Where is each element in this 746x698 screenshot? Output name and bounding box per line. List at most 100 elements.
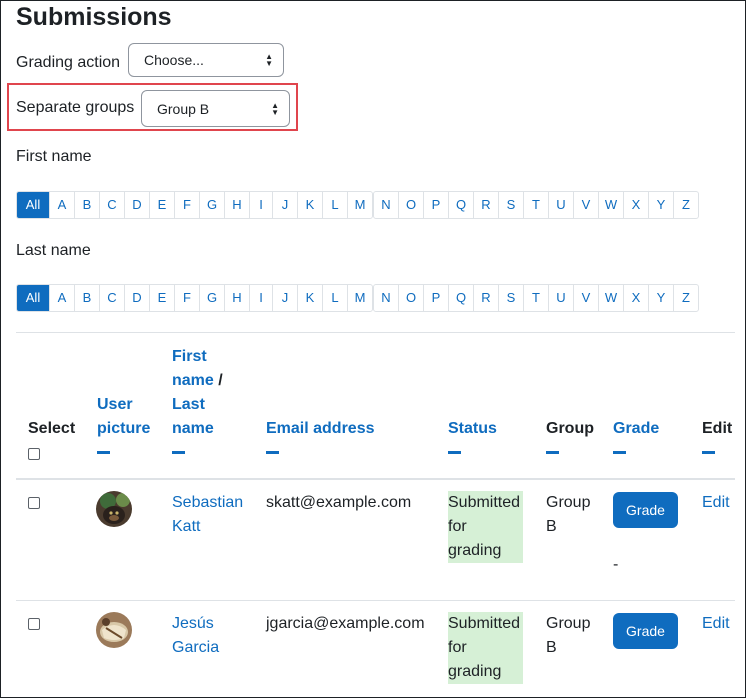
last-name-initial-l[interactable]: L xyxy=(323,285,348,311)
last-name-initial-a[interactable]: A xyxy=(50,285,75,311)
row-name-link[interactable]: Jesús Garcia xyxy=(172,612,219,660)
last-name-initials-group-a-m: All A B C D E F G H I J K L M xyxy=(16,284,373,312)
collapse-icon[interactable] xyxy=(172,451,185,454)
first-name-initial-v[interactable]: V xyxy=(574,192,599,218)
header-grade[interactable]: Grade xyxy=(613,417,659,454)
first-name-initial-i[interactable]: I xyxy=(250,192,273,218)
header-first-name-link[interactable]: First name xyxy=(172,348,214,389)
first-name-initial-w[interactable]: W xyxy=(599,192,624,218)
first-name-initial-f[interactable]: F xyxy=(175,192,200,218)
first-name-initial-m[interactable]: M xyxy=(348,192,372,218)
first-name-initial-j[interactable]: J xyxy=(273,192,298,218)
last-name-initial-y[interactable]: Y xyxy=(649,285,674,311)
last-name-initial-w[interactable]: W xyxy=(599,285,624,311)
avatar xyxy=(96,491,132,527)
collapse-icon[interactable] xyxy=(266,451,279,454)
first-name-initial-b[interactable]: B xyxy=(75,192,100,218)
first-name-initials-group-a-m: All A B C D E F G H I J K L M xyxy=(16,191,373,219)
first-name-initial-d[interactable]: D xyxy=(125,192,150,218)
last-name-initial-r[interactable]: R xyxy=(474,285,499,311)
grade-value: - xyxy=(613,556,619,573)
collapse-icon[interactable] xyxy=(448,451,461,454)
separate-groups-label: Separate groups xyxy=(16,99,135,116)
last-name-initial-d[interactable]: D xyxy=(125,285,150,311)
header-user-picture[interactable]: User picture xyxy=(97,393,150,454)
first-name-initial-z[interactable]: Z xyxy=(674,192,698,218)
last-name-initial-f[interactable]: F xyxy=(175,285,200,311)
separate-groups-select[interactable]: Group B ▲ ▼ xyxy=(141,90,290,127)
grade-button[interactable]: Grade xyxy=(613,492,678,528)
last-name-initial-u[interactable]: U xyxy=(549,285,574,311)
grading-action-select[interactable]: Choose... ▲ ▼ xyxy=(128,43,284,77)
first-name-initial-e[interactable]: E xyxy=(150,192,175,218)
row-select-checkbox[interactable] xyxy=(28,618,40,630)
last-name-initial-e[interactable]: E xyxy=(150,285,175,311)
select-caret-icon: ▲ ▼ xyxy=(271,100,279,117)
status-badge: Submitted for grading xyxy=(448,491,523,563)
last-name-initial-t[interactable]: T xyxy=(524,285,549,311)
last-name-initial-b[interactable]: B xyxy=(75,285,100,311)
first-name-initial-a[interactable]: A xyxy=(50,192,75,218)
header-last-name-link[interactable]: Last name xyxy=(172,396,214,437)
last-name-initial-x[interactable]: X xyxy=(624,285,649,311)
avatar xyxy=(96,612,132,648)
separate-groups-value: Group B xyxy=(157,100,210,117)
collapse-icon[interactable] xyxy=(546,451,559,454)
first-name-initial-u[interactable]: U xyxy=(549,192,574,218)
divider xyxy=(16,332,735,333)
first-name-initial-s[interactable]: S xyxy=(499,192,524,218)
collapse-icon[interactable] xyxy=(613,451,626,454)
first-name-initial-all[interactable]: All xyxy=(17,192,50,218)
last-name-initial-p[interactable]: P xyxy=(424,285,449,311)
last-name-initial-all[interactable]: All xyxy=(17,285,50,311)
last-name-initial-j[interactable]: J xyxy=(273,285,298,311)
first-name-initial-x[interactable]: X xyxy=(624,192,649,218)
last-name-initial-s[interactable]: S xyxy=(499,285,524,311)
last-name-initial-o[interactable]: O xyxy=(399,285,424,311)
first-name-initial-t[interactable]: T xyxy=(524,192,549,218)
first-name-initial-g[interactable]: G xyxy=(200,192,225,218)
edit-link[interactable]: Edit xyxy=(702,612,730,636)
last-name-initial-g[interactable]: G xyxy=(200,285,225,311)
select-all-checkbox[interactable] xyxy=(28,448,40,460)
first-name-initial-y[interactable]: Y xyxy=(649,192,674,218)
row-name-link[interactable]: Sebastian Katt xyxy=(172,491,243,539)
first-name-initial-o[interactable]: O xyxy=(399,192,424,218)
first-name-initial-k[interactable]: K xyxy=(298,192,323,218)
grade-button[interactable]: Grade xyxy=(613,613,678,649)
status-badge: Submitted for grading xyxy=(448,612,523,684)
last-name-initial-n[interactable]: N xyxy=(374,285,399,311)
last-name-initial-k[interactable]: K xyxy=(298,285,323,311)
last-name-initial-i[interactable]: I xyxy=(250,285,273,311)
header-status[interactable]: Status xyxy=(448,417,497,454)
first-name-initial-l[interactable]: L xyxy=(323,192,348,218)
page-title: Submissions xyxy=(16,3,172,31)
grading-action-value: Choose... xyxy=(144,52,204,68)
last-name-initial-q[interactable]: Q xyxy=(449,285,474,311)
last-name-initials-bar: All A B C D E F G H I J K L M N O P Q R S T U V W X Y Z xyxy=(16,284,699,312)
header-email[interactable]: Email address xyxy=(266,417,375,454)
collapse-icon[interactable] xyxy=(97,451,110,454)
first-name-initials-bar: All A B C D E F G H I J K L M N O P Q R S T U V W X Y Z xyxy=(16,191,699,219)
first-name-initial-n[interactable]: N xyxy=(374,192,399,218)
collapse-icon[interactable] xyxy=(702,451,715,454)
row-group: Group B xyxy=(546,615,591,656)
row-select-checkbox[interactable] xyxy=(28,497,40,509)
header-name: First name / Last name xyxy=(172,345,223,454)
first-name-initials-group-n-z: NOPQRSTUVWXYZ xyxy=(373,191,699,219)
first-name-initial-c[interactable]: C xyxy=(100,192,125,218)
last-name-initial-v[interactable]: V xyxy=(574,285,599,311)
first-name-initial-r[interactable]: R xyxy=(474,192,499,218)
edit-link[interactable]: Edit xyxy=(702,491,730,515)
last-name-initial-c[interactable]: C xyxy=(100,285,125,311)
table-header-divider xyxy=(16,478,735,480)
first-name-initial-q[interactable]: Q xyxy=(449,192,474,218)
row-group: Group B xyxy=(546,494,591,535)
row-divider xyxy=(16,600,735,601)
header-edit: Edit xyxy=(702,417,732,454)
first-name-initial-p[interactable]: P xyxy=(424,192,449,218)
last-name-initial-z[interactable]: Z xyxy=(674,285,698,311)
last-name-initial-m[interactable]: M xyxy=(348,285,372,311)
last-name-initial-h[interactable]: H xyxy=(225,285,250,311)
first-name-initial-h[interactable]: H xyxy=(225,192,250,218)
